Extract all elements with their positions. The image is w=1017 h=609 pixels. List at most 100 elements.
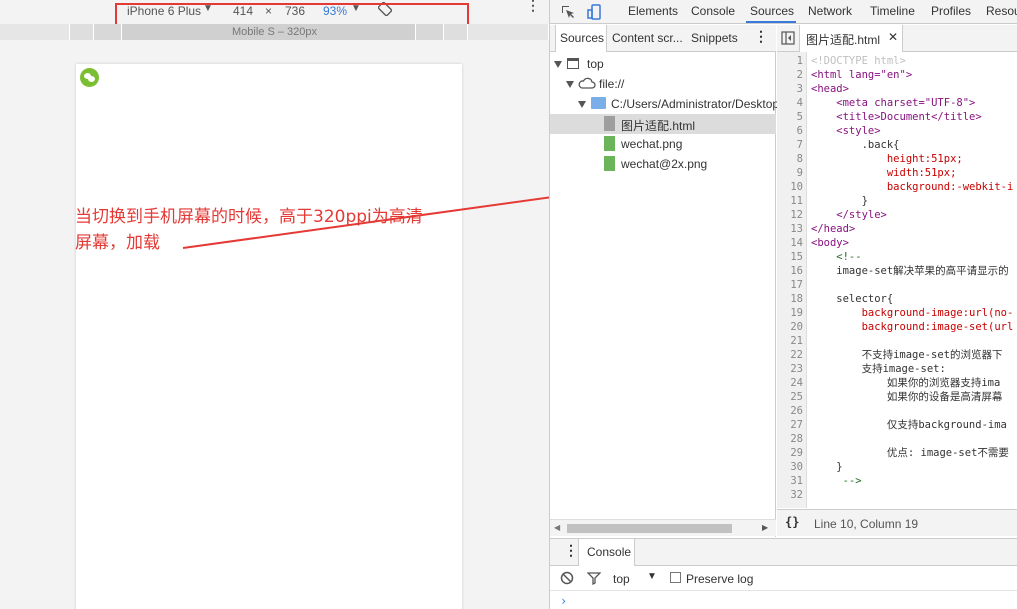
tab-profiles[interactable]: Profiles [931,4,971,18]
line-number[interactable]: 5 [777,110,803,124]
close-tab-icon[interactable]: ✕ [888,30,898,44]
line-number[interactable]: 4 [777,96,803,110]
inspect-element-icon[interactable] [560,4,576,20]
code-line: </head> [811,223,856,235]
filter-icon[interactable] [586,571,602,588]
tab-network[interactable]: Network [808,4,852,18]
line-number[interactable]: 29 [777,446,803,460]
editor-status-bar: {} Line 10, Column 19 [777,509,1017,536]
code-line: image-set解决苹果的高平请显示的 [811,265,1009,277]
tree-item-wechat2x-png[interactable]: wechat@2x.png [550,154,776,174]
line-number[interactable]: 8 [777,152,803,166]
tab-resources[interactable]: Resou [986,4,1017,18]
tree-item-label: 图片适配.html [621,119,696,133]
navigator-horizontal-scrollbar[interactable]: ◀ ▶ [550,519,776,536]
cloud-icon [578,76,596,93]
line-number[interactable]: 24 [777,376,803,390]
tab-snippets[interactable]: Snippets [691,31,738,45]
line-number[interactable]: 13 [777,222,803,236]
device-mode-icon[interactable] [586,4,602,20]
line-number[interactable]: 30 [777,460,803,474]
tab-content-scripts[interactable]: Content scr... [612,31,683,45]
line-number[interactable]: 11 [777,194,803,208]
file-tab[interactable]: 图片适配.html ✕ [799,25,903,52]
console-prompt[interactable]: › [560,594,567,608]
line-number[interactable]: 7 [777,138,803,152]
code-line: } [811,195,868,207]
expand-triangle-icon[interactable] [578,101,586,108]
clear-console-icon[interactable] [560,571,574,588]
line-number[interactable]: 16 [777,264,803,278]
context-dropdown-icon[interactable]: ▼ [647,571,657,582]
line-number[interactable]: 2 [777,68,803,82]
code-line: selector{ [811,293,894,305]
toggle-navigator-icon[interactable] [781,31,795,48]
line-number[interactable]: 22 [777,348,803,362]
tab-elements[interactable]: Elements [628,4,678,18]
line-number[interactable]: 3 [777,82,803,96]
code-line: <html lang="en"> [811,69,913,81]
line-number[interactable]: 17 [777,278,803,292]
code-line: background:-webkit-i [811,181,1014,193]
code-line: 优点: image-set不需要 [811,447,1009,459]
scrollbar-thumb[interactable] [567,524,732,533]
tab-sources[interactable]: Sources [750,4,794,18]
line-number[interactable]: 28 [777,432,803,446]
devtools-tab-bar: Elements Console Sources Network Timelin… [550,0,1017,24]
console-drawer-tab[interactable]: Console [578,539,635,566]
context-select[interactable]: top [613,572,630,586]
navigator-more-icon[interactable]: ⋮ [754,28,768,45]
code-line: background-image:url(no- [811,307,1014,319]
line-number[interactable]: 6 [777,124,803,138]
line-number[interactable]: 18 [777,292,803,306]
line-number[interactable]: 19 [777,306,803,320]
code-line: 如果你的设备是高清屏幕 [811,391,1003,403]
tab-timeline[interactable]: Timeline [870,4,915,18]
line-number[interactable]: 31 [777,474,803,488]
code-line: <head> [811,83,849,95]
tree-item-folder[interactable]: C:/Users/Administrator/Desktop [550,94,779,114]
tree-item-html-file[interactable]: 图片适配.html [550,114,776,134]
pretty-print-icon[interactable]: {} [785,515,799,529]
code-line: <body> [811,237,849,249]
expand-triangle-icon[interactable] [566,81,574,88]
code-area[interactable]: 1 2 3 4 5 6 7 8 9 10 11 12 13 14 15 16 17 18 19 20 21 22 23 24 2… [777,52,1017,508]
tree-item-label: file:// [599,77,625,91]
code-line: width:51px; [811,167,957,179]
code-line: <!-- [811,251,862,263]
file-tab-label: 图片适配.html [806,33,881,47]
line-number[interactable]: 32 [777,488,803,502]
tree-item-top[interactable]: top [550,54,776,74]
frame-icon [567,58,579,69]
drawer-menu-icon[interactable]: ⋮ [564,542,578,559]
expand-triangle-icon[interactable] [554,61,562,68]
tab-console[interactable]: Console [691,4,735,18]
cursor-position: Line 10, Column 19 [814,517,919,531]
code-line: 支持image-set: [811,363,946,375]
line-number[interactable]: 14 [777,236,803,250]
line-number[interactable]: 9 [777,166,803,180]
line-number[interactable]: 1 [777,54,803,68]
scroll-left-icon[interactable]: ◀ [554,523,560,532]
active-tab-indicator [746,21,796,23]
line-number[interactable]: 20 [777,320,803,334]
line-number[interactable]: 26 [777,404,803,418]
line-number[interactable]: 21 [777,334,803,348]
line-number[interactable]: 10 [777,180,803,194]
document-icon [604,116,615,131]
console-tab-label: Console [587,545,632,559]
tree-item-label: wechat@2x.png [621,157,708,171]
line-number[interactable]: 23 [777,362,803,376]
tree-item-file[interactable]: file:// [550,74,776,94]
scroll-right-icon[interactable]: ▶ [762,523,768,532]
line-number[interactable]: 27 [777,418,803,432]
tab-navigator-sources[interactable]: Sources [560,31,604,45]
tree-item-wechat-png[interactable]: wechat.png [550,134,776,154]
console-tab-bar: ⋮ Console [550,539,1017,566]
preserve-log-checkbox[interactable] [670,572,681,583]
code-line: height:51px; [811,153,963,165]
line-number[interactable]: 12 [777,208,803,222]
screen: iPhone 6 Plus ▼ 414 × 736 93% ▼ ⋮ Mobile… [0,0,1017,609]
line-number[interactable]: 15 [777,250,803,264]
line-number[interactable]: 25 [777,390,803,404]
